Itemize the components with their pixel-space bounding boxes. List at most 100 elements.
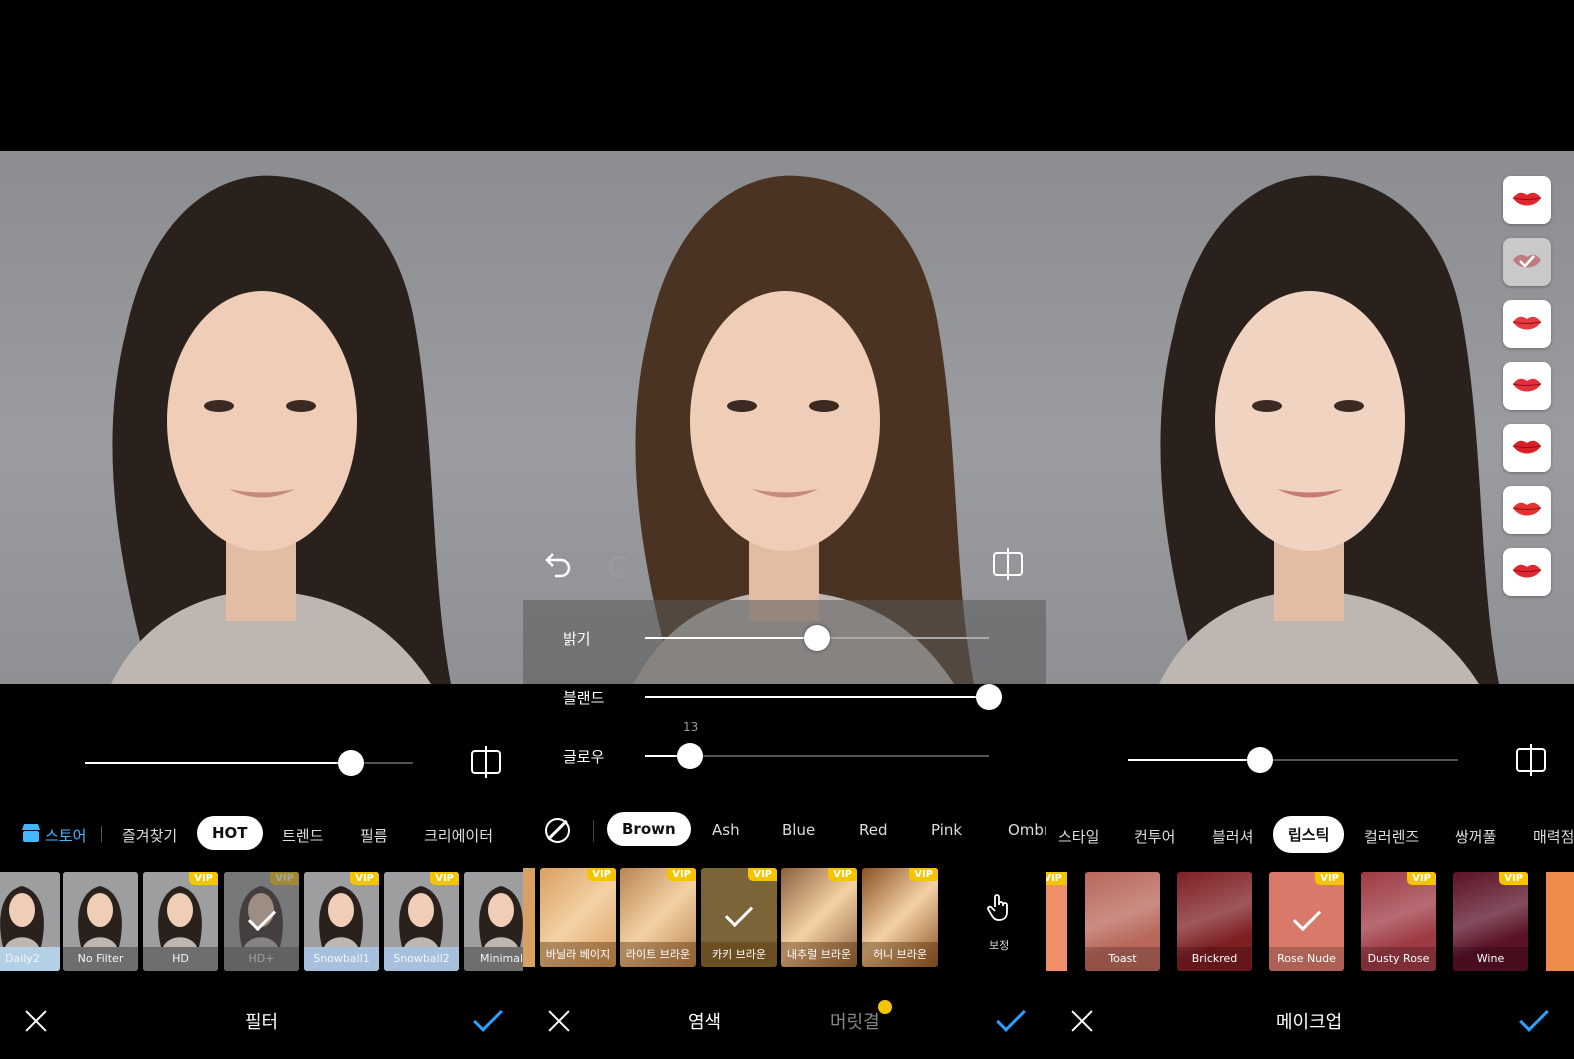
redo-icon[interactable]: [605, 552, 633, 580]
crown-icon: [878, 1000, 892, 1014]
lips-icon: [1512, 440, 1542, 454]
filter-item[interactable]: Snowball2 VIP: [384, 872, 459, 971]
slider-knob[interactable]: [1247, 747, 1273, 773]
hair-color-label: 카키 브라운: [701, 942, 777, 967]
compare-icon[interactable]: [993, 548, 1023, 580]
tab-brown[interactable]: Brown: [607, 812, 691, 846]
compare-icon[interactable]: [1516, 744, 1546, 776]
tab-pink[interactable]: Pink: [931, 821, 962, 839]
filter-item[interactable]: Daily2: [0, 872, 60, 971]
filter-item[interactable]: Minimal: [464, 872, 523, 971]
vip-badge: VIP: [350, 872, 379, 885]
hair-color-label: 바닐라 베이지: [540, 942, 616, 967]
filter-item[interactable]: HD+VIP: [224, 872, 299, 971]
vip-badge: VIP: [828, 868, 857, 881]
tab-blue[interactable]: Blue: [782, 821, 815, 839]
tab-store[interactable]: 스토어: [45, 825, 86, 846]
lip-style-button[interactable]: [1503, 424, 1551, 472]
filter-intensity-slider[interactable]: [85, 750, 413, 776]
makeup-intensity-slider[interactable]: [1128, 747, 1458, 773]
lip-swatch-partial[interactable]: [1546, 872, 1574, 971]
lips-icon: [1512, 192, 1542, 206]
slider-label-blend: 블랜드: [563, 689, 605, 707]
tab-double-eyelid[interactable]: 쌍꺼풀: [1455, 826, 1496, 847]
lips-icon: [1512, 502, 1542, 516]
lipstick-item[interactable]: Wine VIP: [1453, 872, 1528, 971]
lip-style-button[interactable]: [1503, 238, 1551, 286]
filter-item[interactable]: Snowball1 VIP: [304, 872, 379, 971]
tab-ombre[interactable]: Ombr: [1008, 821, 1046, 839]
lip-style-button[interactable]: [1503, 300, 1551, 348]
lips-icon: [1512, 316, 1542, 330]
tab-beauty-mark[interactable]: 매력점: [1533, 826, 1574, 847]
no-color-icon[interactable]: [545, 818, 570, 843]
photo-preview: [1046, 151, 1574, 684]
lipstick-item[interactable]: Dusty Rose VIP: [1361, 872, 1436, 971]
tab-film[interactable]: 필름: [360, 825, 388, 846]
portrait-image: [1159, 175, 1499, 684]
slider-knob[interactable]: [338, 750, 364, 776]
tab-favorites[interactable]: 즐겨찾기: [122, 825, 177, 846]
hair-color-item[interactable]: 내추럴 브라운 VIP: [781, 868, 857, 967]
store-icon[interactable]: [20, 823, 42, 843]
hair-color-item[interactable]: 허니 브라운 VIP: [862, 868, 938, 967]
hair-texture-tab[interactable]: 머릿결: [830, 1008, 880, 1034]
tab-color-lens[interactable]: 컬러렌즈: [1364, 826, 1419, 847]
close-icon[interactable]: [546, 1008, 572, 1034]
hair-swatch-partial[interactable]: [523, 868, 535, 967]
vip-badge: VIP: [189, 872, 218, 885]
confirm-icon[interactable]: [1519, 1002, 1549, 1032]
divider: [593, 820, 594, 842]
tab-style[interactable]: 스타일: [1058, 826, 1099, 847]
hair-color-item[interactable]: 라이트 브라운 VIP: [620, 868, 696, 967]
brightness-slider[interactable]: [645, 625, 989, 651]
undo-icon[interactable]: [543, 550, 575, 578]
hair-color-item[interactable]: 바닐라 베이지 VIP: [540, 868, 616, 967]
lip-style-button[interactable]: [1503, 486, 1551, 534]
lipstick-label: Toast: [1085, 947, 1160, 971]
panel-title: 필터: [245, 1012, 279, 1033]
confirm-icon[interactable]: [996, 1002, 1026, 1032]
lip-style-button[interactable]: [1503, 548, 1551, 596]
vip-badge: VIP: [1046, 872, 1067, 885]
slider-knob[interactable]: [976, 684, 1002, 710]
tab-lipstick[interactable]: 립스틱: [1273, 816, 1345, 853]
blend-slider[interactable]: [645, 684, 1002, 710]
panel-title[interactable]: 염색: [688, 1008, 721, 1034]
glow-slider[interactable]: [645, 743, 989, 769]
vip-badge: VIP: [1315, 872, 1344, 885]
slider-knob[interactable]: [804, 625, 830, 651]
filter-item-label: Daily2: [0, 947, 60, 971]
close-icon[interactable]: [1069, 1008, 1095, 1034]
vip-badge: VIP: [430, 872, 459, 885]
lip-style-button[interactable]: [1503, 362, 1551, 410]
filter-thumbnail: [464, 872, 523, 947]
tab-blusher[interactable]: 블러셔: [1212, 826, 1253, 847]
filter-item-label: No Filter: [63, 947, 138, 971]
hand-icon[interactable]: [986, 893, 1012, 921]
filter-item[interactable]: HD VIP: [143, 872, 218, 971]
lipstick-item[interactable]: Toast: [1085, 872, 1160, 971]
tab-hot[interactable]: HOT: [197, 816, 263, 850]
close-icon[interactable]: [23, 1008, 49, 1034]
lip-style-button[interactable]: [1503, 176, 1551, 224]
filter-item-label: Minimal: [464, 947, 523, 971]
lipstick-item[interactable]: Rose Nude VIP: [1269, 872, 1344, 971]
tab-creator[interactable]: 크리에이터: [424, 825, 493, 846]
lip-swatch-partial[interactable]: VIP: [1046, 872, 1067, 971]
vip-badge: VIP: [1407, 872, 1436, 885]
filter-panel: 스토어 즐겨찾기 HOT 트렌드 필름 크리에이터 Daily2 No Filte…: [0, 0, 523, 1059]
tab-contour[interactable]: 컨투어: [1134, 826, 1175, 847]
correction-label[interactable]: 보정: [989, 937, 1009, 953]
tab-ash[interactable]: Ash: [712, 821, 740, 839]
lipstick-item[interactable]: Brickred: [1177, 872, 1252, 971]
tab-red[interactable]: Red: [859, 821, 888, 839]
hair-color-item[interactable]: 카키 브라운 VIP: [701, 868, 777, 967]
lipstick-label: Wine: [1453, 947, 1528, 971]
slider-knob[interactable]: [677, 743, 703, 769]
confirm-icon[interactable]: [473, 1002, 503, 1032]
hair-color-label: 내추럴 브라운: [781, 942, 857, 967]
filter-item[interactable]: No Filter: [63, 872, 138, 971]
tab-trend[interactable]: 트렌드: [282, 825, 323, 846]
compare-icon[interactable]: [471, 746, 501, 778]
